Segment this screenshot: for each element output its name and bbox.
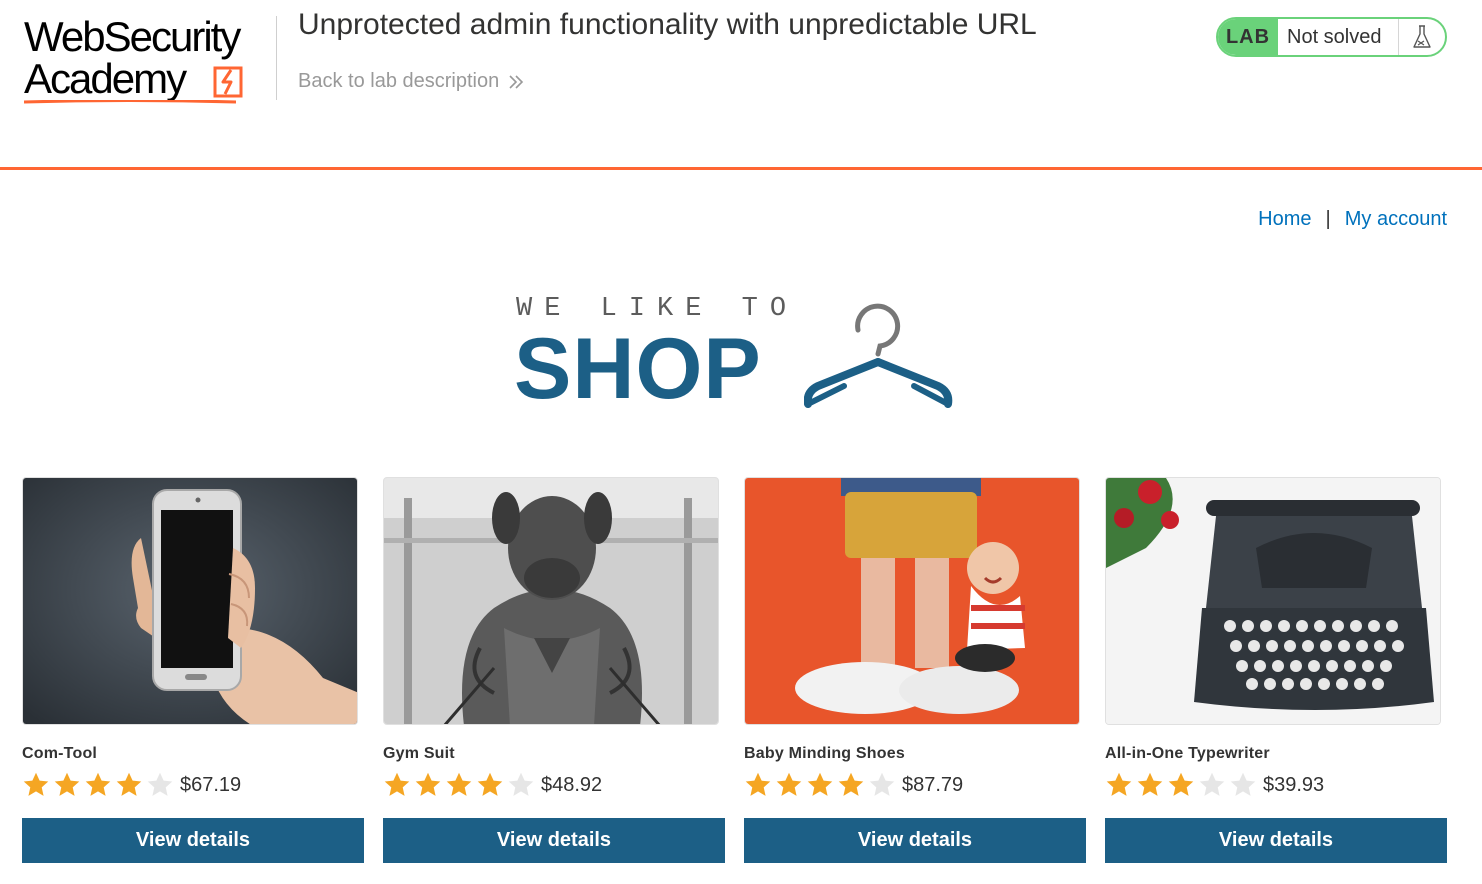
logo-bolt-icon: [213, 66, 243, 98]
view-details-button[interactable]: View details: [22, 818, 364, 863]
star-filled-icon: [745, 772, 771, 796]
star-empty-icon: [508, 772, 534, 796]
product-image-gym-suit[interactable]: [383, 477, 719, 725]
nav-separator: |: [1325, 208, 1331, 230]
web-security-academy-logo[interactable]: WebSecurity Academy: [24, 14, 274, 106]
product-image-com-tool[interactable]: [22, 477, 358, 725]
product-price: $48.92: [541, 773, 603, 796]
star-rating: [744, 771, 896, 799]
nav-my-account-link[interactable]: My account: [1345, 208, 1447, 231]
shop-banner: WE LIKE TO SHOP: [514, 294, 954, 414]
star-filled-icon: [477, 772, 503, 796]
lab-header: WebSecurity Academy Unprotected admin fu…: [0, 0, 1482, 170]
logo-underline: [24, 100, 236, 104]
top-navigation: Home | My account: [1258, 208, 1447, 231]
product-image-baby-minding-shoes[interactable]: [744, 477, 1080, 725]
view-details-button[interactable]: View details: [383, 818, 725, 863]
nav-home-link[interactable]: Home: [1258, 208, 1311, 231]
banner-heading: SHOP: [514, 321, 762, 417]
product-image-all-in-one-typewriter[interactable]: [1105, 477, 1441, 725]
product-rating: $39.93: [1105, 771, 1324, 799]
figurine-baby-image: [745, 478, 1079, 724]
back-to-lab-description-link[interactable]: Back to lab description: [298, 70, 525, 93]
star-filled-icon: [85, 772, 111, 796]
view-details-button[interactable]: View details: [744, 818, 1086, 863]
product-name: Com-Tool: [22, 745, 98, 762]
header-divider: [276, 16, 277, 100]
product-grid: Com-Tool $67.19 View details Gym Suit $4…: [22, 477, 1447, 867]
banner-tagline: WE LIKE TO: [516, 294, 799, 324]
product-name: Gym Suit: [383, 745, 455, 762]
star-filled-icon: [446, 772, 472, 796]
typewriter-roses-image: [1106, 478, 1440, 724]
star-filled-icon: [1168, 772, 1194, 796]
logo-line-1: WebSecurity: [24, 13, 241, 60]
product-card: Com-Tool $67.19 View details: [22, 477, 364, 867]
star-empty-icon: [147, 772, 173, 796]
star-filled-icon: [116, 772, 142, 796]
dog-bodybuilder-image: [384, 478, 718, 724]
product-card: Gym Suit $48.92 View details: [383, 477, 725, 867]
lab-title: Unprotected admin functionality with unp…: [298, 8, 1037, 41]
star-filled-icon: [54, 772, 80, 796]
hanger-icon: [804, 303, 953, 408]
product-rating: $48.92: [383, 771, 602, 799]
product-name: All-in-One Typewriter: [1105, 745, 1270, 762]
star-empty-icon: [1199, 772, 1225, 796]
product-rating: $87.79: [744, 771, 963, 799]
double-chevron-right-icon: [509, 74, 524, 89]
star-empty-icon: [1230, 772, 1256, 796]
star-rating: [22, 771, 174, 799]
star-filled-icon: [838, 772, 864, 796]
product-price: $87.79: [902, 773, 964, 796]
flask-icon: [1399, 19, 1445, 55]
back-link-label: Back to lab description: [298, 70, 500, 92]
view-details-button[interactable]: View details: [1105, 818, 1447, 863]
star-rating: [1105, 771, 1257, 799]
logo-line-2: Academy: [24, 55, 187, 102]
phone-in-hand-image: [23, 478, 357, 724]
star-filled-icon: [384, 772, 410, 796]
star-filled-icon: [1137, 772, 1163, 796]
product-card: Baby Minding Shoes $87.79 View details: [744, 477, 1086, 867]
star-filled-icon: [1106, 772, 1132, 796]
product-price: $39.93: [1263, 773, 1325, 796]
star-filled-icon: [415, 772, 441, 796]
star-rating: [383, 771, 535, 799]
product-rating: $67.19: [22, 771, 241, 799]
star-empty-icon: [869, 772, 895, 796]
product-card: All-in-One Typewriter $39.93 View detail…: [1105, 477, 1447, 867]
lab-status-text: Not solved: [1278, 19, 1399, 55]
lab-tag: LAB: [1218, 19, 1278, 55]
star-filled-icon: [776, 772, 802, 796]
product-price: $67.19: [180, 773, 242, 796]
lab-status-badge: LAB Not solved: [1216, 17, 1447, 57]
star-filled-icon: [23, 772, 49, 796]
star-filled-icon: [807, 772, 833, 796]
product-name: Baby Minding Shoes: [744, 745, 905, 762]
